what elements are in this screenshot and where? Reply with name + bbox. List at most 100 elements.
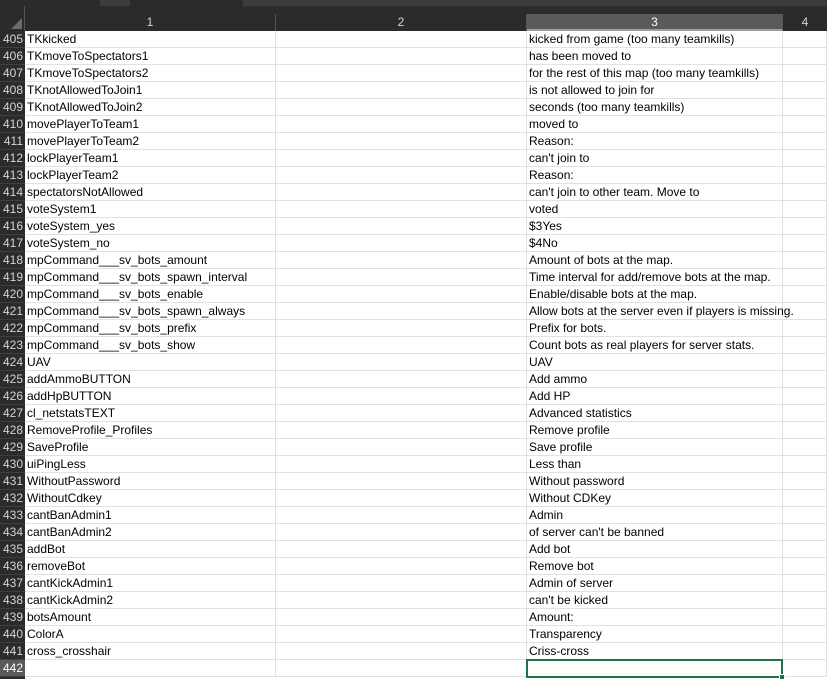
cell-col-4[interactable] bbox=[783, 541, 827, 558]
cell-col-3[interactable]: Reason: bbox=[527, 167, 783, 184]
cell-col-1[interactable]: mpCommand___sv_bots_spawn_interval bbox=[25, 269, 276, 286]
cell-col-2[interactable] bbox=[276, 456, 527, 473]
cell-col-4[interactable] bbox=[783, 439, 827, 456]
cell-col-2[interactable] bbox=[276, 609, 527, 626]
cell-col-3[interactable]: Amount: bbox=[527, 609, 783, 626]
cell-col-3[interactable]: Advanced statistics bbox=[527, 405, 783, 422]
cell-col-4[interactable] bbox=[783, 388, 827, 405]
cell-col-1[interactable]: UAV bbox=[25, 354, 276, 371]
cell-col-2[interactable] bbox=[276, 524, 527, 541]
cell-col-2[interactable] bbox=[276, 507, 527, 524]
cell-col-4[interactable] bbox=[783, 354, 827, 371]
cell-col-2[interactable] bbox=[276, 320, 527, 337]
cell-col-1[interactable]: cl_netstatsTEXT bbox=[25, 405, 276, 422]
cell-col-4[interactable] bbox=[783, 82, 827, 99]
cell-col-2[interactable] bbox=[276, 541, 527, 558]
cell-col-3[interactable]: Save profile bbox=[527, 439, 783, 456]
cell-col-3[interactable]: Remove bot bbox=[527, 558, 783, 575]
row-header[interactable]: 430 bbox=[0, 456, 25, 473]
cell-col-1[interactable]: addHpBUTTON bbox=[25, 388, 276, 405]
cell-col-1[interactable]: WithoutCdkey bbox=[25, 490, 276, 507]
cell-col-1[interactable] bbox=[25, 660, 276, 677]
cell-col-4[interactable] bbox=[783, 320, 827, 337]
row-header[interactable]: 425 bbox=[0, 371, 25, 388]
cell-col-1[interactable]: voteSystem1 bbox=[25, 201, 276, 218]
row-header[interactable]: 422 bbox=[0, 320, 25, 337]
row-header[interactable]: 434 bbox=[0, 524, 25, 541]
cell-col-4[interactable] bbox=[783, 286, 827, 303]
cell-col-2[interactable] bbox=[276, 167, 527, 184]
cell-col-4[interactable] bbox=[783, 116, 827, 133]
cell-col-3[interactable]: Add ammo bbox=[527, 371, 783, 388]
cell-col-2[interactable] bbox=[276, 592, 527, 609]
cell-col-3[interactable]: Allow bots at the server even if players… bbox=[527, 303, 794, 320]
cell-col-1[interactable]: TKkicked bbox=[25, 31, 276, 48]
cell-col-4[interactable] bbox=[783, 252, 827, 269]
cell-col-3[interactable]: moved to bbox=[527, 116, 783, 133]
cell-col-3[interactable]: $4No bbox=[527, 235, 783, 252]
cell-col-1[interactable]: uiPingLess bbox=[25, 456, 276, 473]
cell-col-4[interactable] bbox=[783, 201, 827, 218]
row-header[interactable]: 439 bbox=[0, 609, 25, 626]
cell-col-4[interactable] bbox=[783, 48, 827, 65]
row-header[interactable]: 426 bbox=[0, 388, 25, 405]
cell-col-4[interactable] bbox=[783, 660, 827, 677]
row-header[interactable]: 409 bbox=[0, 99, 25, 116]
cell-col-3[interactable]: Amount of bots at the map. bbox=[527, 252, 783, 269]
cell-col-1[interactable]: cantBanAdmin1 bbox=[25, 507, 276, 524]
cell-col-1[interactable]: cantKickAdmin2 bbox=[25, 592, 276, 609]
column-header-1[interactable]: 1 bbox=[25, 14, 276, 31]
cell-col-4[interactable] bbox=[783, 133, 827, 150]
cell-col-3[interactable]: can't join to other team. Move to bbox=[527, 184, 783, 201]
cell-col-2[interactable] bbox=[276, 99, 527, 116]
cell-col-1[interactable]: TKmoveToSpectators1 bbox=[25, 48, 276, 65]
cell-col-2[interactable] bbox=[276, 439, 527, 456]
cell-col-3[interactable]: Remove profile bbox=[527, 422, 783, 439]
cell-col-2[interactable] bbox=[276, 643, 527, 660]
cell-col-2[interactable] bbox=[276, 626, 527, 643]
cell-col-2[interactable] bbox=[276, 371, 527, 388]
row-header[interactable]: 405 bbox=[0, 31, 25, 48]
cell-col-2[interactable] bbox=[276, 354, 527, 371]
cell-col-4[interactable] bbox=[783, 65, 827, 82]
active-cell-selection[interactable] bbox=[526, 659, 783, 678]
row-header[interactable]: 414 bbox=[0, 184, 25, 201]
cell-col-3[interactable]: Less than bbox=[527, 456, 783, 473]
cell-col-3[interactable]: seconds (too many teamkills) bbox=[527, 99, 783, 116]
cell-col-3[interactable]: for the rest of this map (too many teamk… bbox=[527, 65, 783, 82]
cell-col-3[interactable]: is not allowed to join for bbox=[527, 82, 783, 99]
cell-col-1[interactable]: addBot bbox=[25, 541, 276, 558]
cell-col-3[interactable]: Transparency bbox=[527, 626, 783, 643]
row-header[interactable]: 416 bbox=[0, 218, 25, 235]
row-header[interactable]: 442 bbox=[0, 660, 25, 677]
cell-col-1[interactable]: mpCommand___sv_bots_amount bbox=[25, 252, 276, 269]
row-header[interactable]: 410 bbox=[0, 116, 25, 133]
cell-col-1[interactable]: movePlayerToTeam1 bbox=[25, 116, 276, 133]
cell-col-3[interactable]: Count bots as real players for server st… bbox=[527, 337, 783, 354]
row-header[interactable]: 441 bbox=[0, 643, 25, 660]
cell-col-4[interactable] bbox=[783, 167, 827, 184]
cell-col-4[interactable] bbox=[783, 575, 827, 592]
cell-col-2[interactable] bbox=[276, 31, 527, 48]
cell-col-1[interactable]: voteSystem_no bbox=[25, 235, 276, 252]
cell-col-4[interactable] bbox=[783, 405, 827, 422]
cell-col-3[interactable]: Prefix for bots. bbox=[527, 320, 783, 337]
column-header-4[interactable]: 4 bbox=[783, 14, 827, 31]
cell-col-1[interactable]: ColorA bbox=[25, 626, 276, 643]
cell-col-3[interactable]: has been moved to bbox=[527, 48, 783, 65]
cell-col-3[interactable]: Add bot bbox=[527, 541, 783, 558]
cell-col-3[interactable]: Add HP bbox=[527, 388, 783, 405]
cell-col-4[interactable] bbox=[783, 422, 827, 439]
cell-col-2[interactable] bbox=[276, 201, 527, 218]
select-all-corner[interactable] bbox=[0, 6, 25, 31]
cell-col-1[interactable]: spectatorsNotAllowed bbox=[25, 184, 276, 201]
cell-col-2[interactable] bbox=[276, 269, 527, 286]
cell-col-1[interactable]: WithoutPassword bbox=[25, 473, 276, 490]
cell-col-2[interactable] bbox=[276, 116, 527, 133]
cell-col-1[interactable]: RemoveProfile_Profiles bbox=[25, 422, 276, 439]
cell-col-1[interactable]: cross_crosshair bbox=[25, 643, 276, 660]
cell-col-2[interactable] bbox=[276, 150, 527, 167]
cell-col-2[interactable] bbox=[276, 660, 527, 677]
cell-col-2[interactable] bbox=[276, 405, 527, 422]
cell-col-2[interactable] bbox=[276, 286, 527, 303]
